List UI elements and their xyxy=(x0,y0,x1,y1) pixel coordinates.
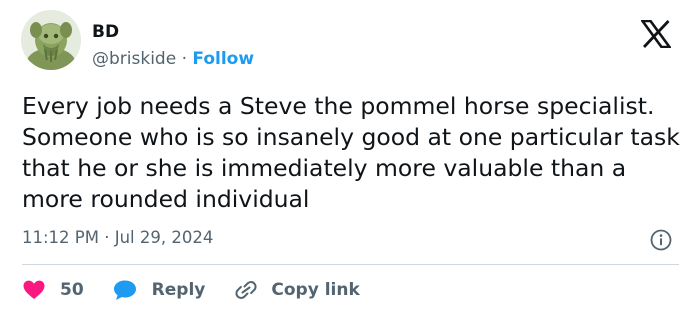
tweet-time: 11:12 PM xyxy=(22,228,99,247)
tweet-card: BD @briskide · Follow Every job needs a … xyxy=(0,0,700,318)
follow-button[interactable]: Follow xyxy=(192,49,254,69)
meta-separator: · xyxy=(104,228,115,247)
tweet-timestamp[interactable]: 11:12 PM · Jul 29, 2024 xyxy=(22,227,213,249)
author-handle-row: @briskide · Follow xyxy=(92,48,254,70)
like-count: 50 xyxy=(60,280,84,300)
link-icon xyxy=(235,281,257,299)
like-button[interactable]: 50 xyxy=(22,278,84,302)
action-bar: 50 Reply Copy link xyxy=(22,276,388,304)
tweet-text: Every job needs a Steve the pommel horse… xyxy=(22,92,680,213)
heart-icon xyxy=(23,280,45,299)
avatar[interactable] xyxy=(21,10,81,70)
tweet-date: Jul 29, 2024 xyxy=(114,228,214,247)
author-name[interactable]: BD xyxy=(92,22,119,42)
x-logo-icon[interactable] xyxy=(641,20,671,48)
author-handle[interactable]: @briskide xyxy=(92,49,176,69)
divider xyxy=(22,264,679,265)
copy-link-label: Copy link xyxy=(271,280,360,300)
reply-label: Reply xyxy=(151,280,206,300)
info-icon[interactable] xyxy=(649,228,673,252)
reply-button[interactable]: Reply xyxy=(112,278,206,302)
speech-bubble-icon xyxy=(113,280,136,300)
avatar-image xyxy=(21,10,81,70)
copy-link-button[interactable]: Copy link xyxy=(233,278,360,302)
handle-separator: · xyxy=(181,49,193,69)
